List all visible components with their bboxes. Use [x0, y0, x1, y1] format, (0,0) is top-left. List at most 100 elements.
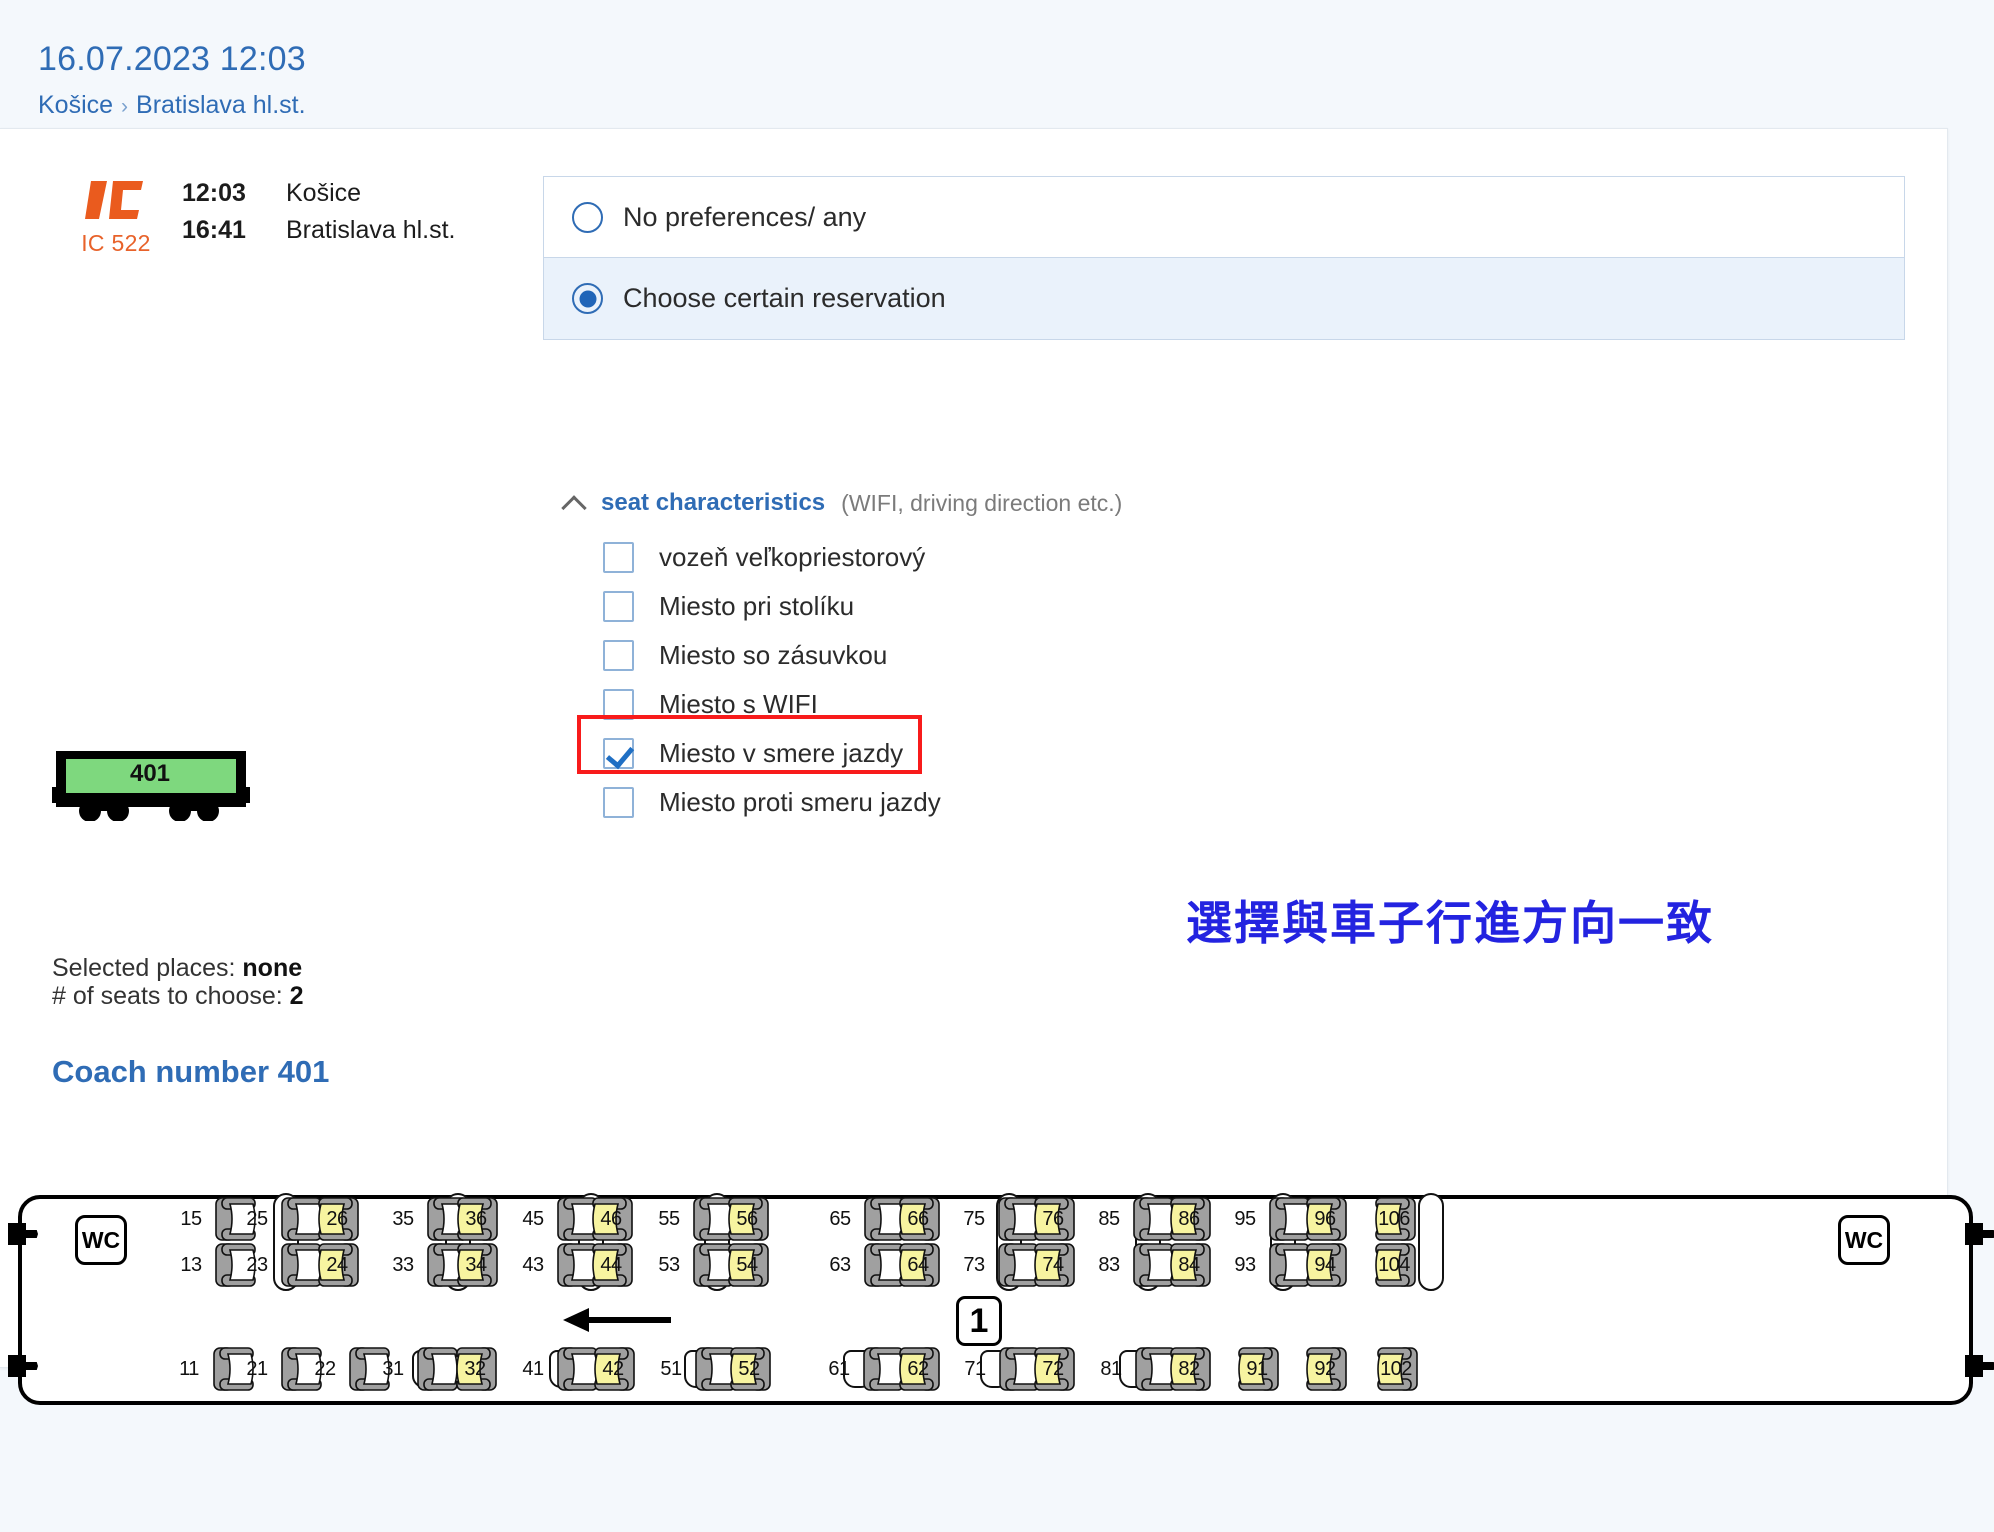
checkbox-row-power-socket[interactable]: Miesto so zásuvkou	[603, 631, 1122, 680]
seat-83[interactable]: 83	[1086, 1243, 1174, 1287]
seat-72[interactable]: 72	[1030, 1347, 1076, 1391]
selection-summary: Selected places: none # of seats to choo…	[52, 954, 304, 1010]
seat-66[interactable]: 66	[895, 1197, 941, 1241]
breadcrumb-destination[interactable]: Bratislava hl.st.	[136, 91, 306, 119]
checkbox-label-open-space: vozeň veľkopriestorový	[659, 542, 926, 572]
seat-94[interactable]: 94	[1302, 1243, 1348, 1287]
seat-71[interactable]: 71	[952, 1347, 1040, 1391]
seat-84[interactable]: 84	[1166, 1243, 1212, 1287]
seat-64[interactable]: 64	[895, 1243, 941, 1287]
checkbox-row-open-space[interactable]: vozeň veľkopriestorový	[603, 533, 1122, 582]
seat-number-36: 36	[465, 1207, 487, 1230]
checkbox-facing-backward[interactable]	[603, 787, 634, 818]
checkbox-row-facing-forward[interactable]: Miesto v smere jazdy	[577, 715, 1122, 778]
seat-52[interactable]: 52	[726, 1347, 772, 1391]
seat-53[interactable]: 53	[646, 1243, 734, 1287]
checkbox-open-space[interactable]	[603, 542, 634, 573]
seat-characteristics-header[interactable]: seat characteristics (WIFI, driving dire…	[563, 489, 1122, 517]
seat-25[interactable]: 25	[234, 1197, 322, 1241]
radio-option-no-preferences[interactable]: No preferences/ any	[543, 176, 1905, 258]
seat-36[interactable]: 36	[453, 1197, 499, 1241]
checkbox-power-socket[interactable]	[603, 640, 634, 671]
seat-82[interactable]: 82	[1166, 1347, 1212, 1391]
seat-32[interactable]: 32	[452, 1347, 498, 1391]
seat-106[interactable]: 106	[1368, 1197, 1420, 1241]
seat-number-106: 106	[1378, 1207, 1410, 1230]
seat-46[interactable]: 46	[588, 1197, 634, 1241]
seat-81[interactable]: 81	[1088, 1347, 1176, 1391]
seat-35[interactable]: 35	[380, 1197, 468, 1241]
seat-26[interactable]: 26	[314, 1197, 360, 1241]
seat-number-63: 63	[829, 1253, 851, 1276]
train-times: 12:03 Košice 16:41 Bratislava hl.st.	[182, 179, 456, 257]
checkbox-label-facing-forward: Miesto v smere jazdy	[659, 738, 904, 768]
seat-characteristics-subtitle: (WIFI, driving direction etc.)	[841, 489, 1123, 516]
checkbox-row-wifi[interactable]: Miesto s WIFI	[603, 680, 1122, 729]
seat-number-43: 43	[522, 1253, 544, 1276]
seat-number-44: 44	[600, 1253, 622, 1276]
seat-55[interactable]: 55	[646, 1197, 734, 1241]
seat-number-52: 52	[738, 1357, 760, 1380]
seat-63[interactable]: 63	[817, 1243, 905, 1287]
seat-62[interactable]: 62	[895, 1347, 941, 1391]
checkbox-table-seat[interactable]	[603, 591, 634, 622]
checkbox-wifi[interactable]	[603, 689, 634, 720]
seat-44[interactable]: 44	[588, 1243, 634, 1287]
arrow-left-icon	[563, 1308, 671, 1332]
seat-15[interactable]: 15	[168, 1197, 256, 1241]
radio-icon-no-preferences[interactable]	[572, 201, 603, 233]
seat-45[interactable]: 45	[510, 1197, 598, 1241]
seat-91[interactable]: 91	[1234, 1347, 1280, 1391]
seat-34[interactable]: 34	[453, 1243, 499, 1287]
seat-51[interactable]: 51	[648, 1347, 736, 1391]
seat-23[interactable]: 23	[234, 1243, 322, 1287]
wagon-graphic[interactable]: 401	[52, 749, 252, 826]
seat-42[interactable]: 42	[590, 1347, 636, 1391]
seat-95[interactable]: 95	[1222, 1197, 1310, 1241]
seat-13[interactable]: 13	[168, 1243, 256, 1287]
seat-11[interactable]: 11	[166, 1347, 254, 1391]
seat-number-83: 83	[1098, 1253, 1120, 1276]
seat-93[interactable]: 93	[1222, 1243, 1310, 1287]
seat-24[interactable]: 24	[314, 1243, 360, 1287]
seat-characteristics-title[interactable]: seat characteristics	[601, 489, 825, 517]
breadcrumb-origin[interactable]: Košice	[38, 91, 113, 119]
seat-number-56: 56	[736, 1207, 758, 1230]
seat-31[interactable]: 31	[370, 1347, 458, 1391]
seat-number-65: 65	[829, 1207, 851, 1230]
seat-75[interactable]: 75	[951, 1197, 1039, 1241]
seats-to-choose-line: # of seats to choose: 2	[52, 982, 304, 1010]
seat-74[interactable]: 74	[1030, 1243, 1076, 1287]
seat-102[interactable]: 102	[1370, 1347, 1422, 1391]
checkbox-row-facing-backward[interactable]: Miesto proti smeru jazdy	[603, 778, 1122, 827]
radio-option-choose-certain[interactable]: Choose certain reservation	[543, 258, 1905, 340]
chevron-up-icon[interactable]	[563, 492, 585, 514]
seat-22[interactable]: 22	[302, 1347, 390, 1391]
seat-86[interactable]: 86	[1166, 1197, 1212, 1241]
seat-41[interactable]: 41	[510, 1347, 598, 1391]
seat-65[interactable]: 65	[817, 1197, 905, 1241]
seat-104[interactable]: 104	[1368, 1243, 1420, 1287]
seat-number-76: 76	[1042, 1207, 1064, 1230]
seat-96[interactable]: 96	[1302, 1197, 1348, 1241]
seat-number-66: 66	[907, 1207, 929, 1230]
radio-icon-choose-certain[interactable]	[572, 283, 603, 314]
seat-number-35: 35	[392, 1207, 414, 1230]
seat-33[interactable]: 33	[380, 1243, 468, 1287]
seat-73[interactable]: 73	[951, 1243, 1039, 1287]
train-info: IC 522 12:03 Košice 16:41 Bratislava hl.…	[62, 179, 456, 257]
seat-76[interactable]: 76	[1030, 1197, 1076, 1241]
seat-43[interactable]: 43	[510, 1243, 598, 1287]
seat-number-53: 53	[658, 1253, 680, 1276]
checkbox-row-table-seat[interactable]: Miesto pri stolíku	[603, 582, 1122, 631]
seat-54[interactable]: 54	[724, 1243, 770, 1287]
seat-61[interactable]: 61	[816, 1347, 904, 1391]
seat-number-74: 74	[1042, 1253, 1064, 1276]
seat-85[interactable]: 85	[1086, 1197, 1174, 1241]
checkbox-facing-forward[interactable]	[603, 738, 634, 769]
seat-21[interactable]: 21	[234, 1347, 322, 1391]
seat-number-92: 92	[1314, 1357, 1336, 1380]
seat-56[interactable]: 56	[724, 1197, 770, 1241]
coach-title: Coach number 401	[52, 1054, 330, 1089]
seat-92[interactable]: 92	[1302, 1347, 1348, 1391]
